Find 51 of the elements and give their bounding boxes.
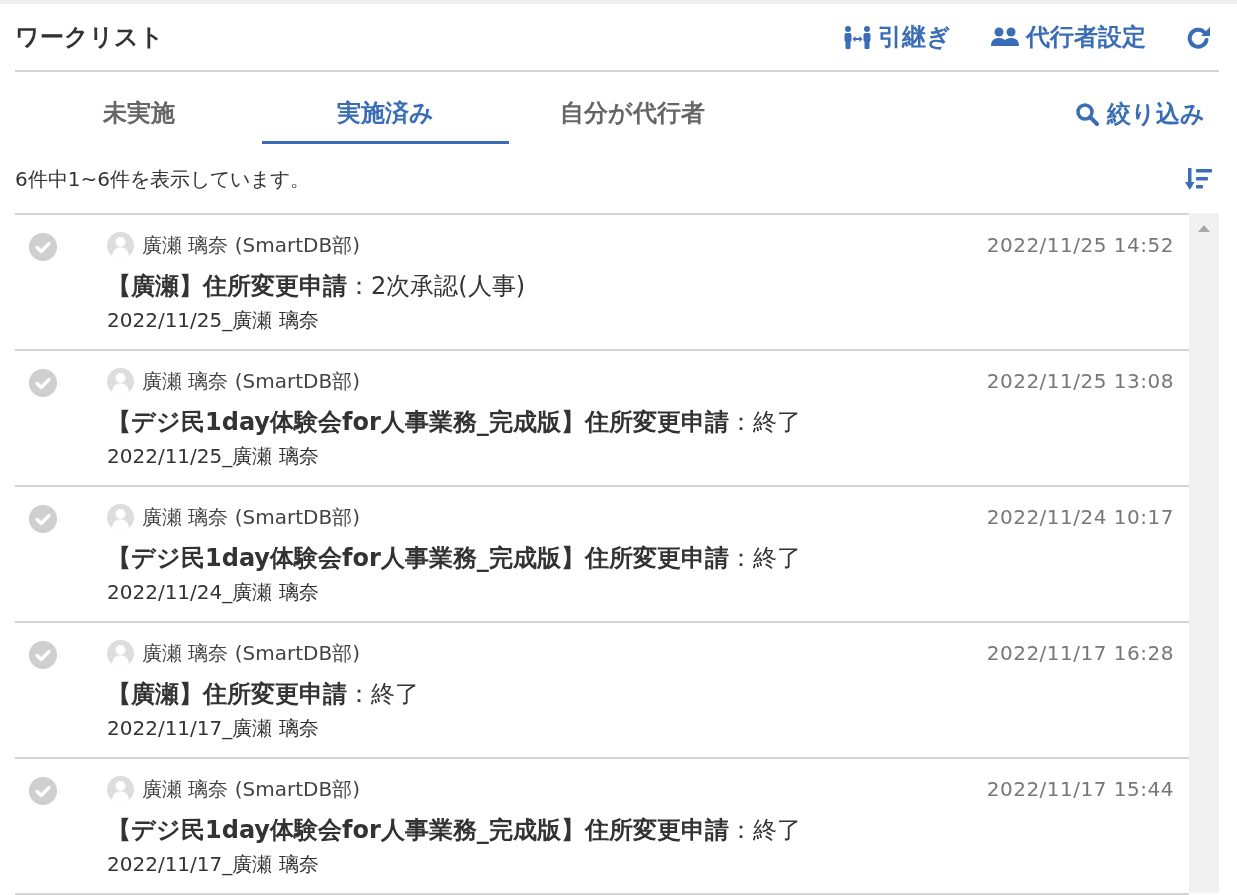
check-circle-icon: [29, 369, 57, 397]
delegate-settings-button[interactable]: 代行者設定: [991, 22, 1146, 52]
item-reference: 2022/11/24_廣瀬 璃奈: [107, 579, 320, 606]
avatar-icon: [107, 639, 134, 667]
search-icon: [1075, 102, 1099, 126]
item-reference: 2022/11/25_廣瀬 璃奈: [107, 443, 320, 470]
timestamp: 2022/11/25 14:52: [986, 232, 1174, 259]
item-title: 【デジ民1day体験会for人事業務_完成版】住所変更申請：終了: [107, 543, 802, 574]
check-circle-icon: [29, 777, 57, 805]
filter-button[interactable]: 絞り込み: [1075, 72, 1205, 144]
sort-icon: [1185, 166, 1212, 191]
item-title: 【デジ民1day体験会for人事業務_完成版】住所変更申請：終了: [107, 815, 802, 846]
worklist-item[interactable]: 廣瀬 璃奈 (SmartDB部) 2022/11/17 16:28 【廣瀬】住所変更申請：終了 2022/11/17_廣瀬 璃奈: [15, 623, 1189, 759]
check-circle-icon: [29, 505, 57, 533]
users-icon: [991, 27, 1019, 47]
people-arrow-icon: [844, 25, 871, 49]
timestamp: 2022/11/24 10:17: [986, 504, 1174, 531]
requester-name: 廣瀬 璃奈 (SmartDB部): [142, 640, 360, 667]
avatar-icon: [107, 503, 134, 531]
worklist-item[interactable]: 廣瀬 璃奈 (SmartDB部) 2022/11/25 14:52 【廣瀬】住所変更申請：2次承認(人事) 2022/11/25_廣瀬 璃奈: [15, 215, 1189, 351]
requester-name: 廣瀬 璃奈 (SmartDB部): [142, 368, 360, 395]
timestamp: 2022/11/25 13:08: [986, 368, 1174, 395]
item-reference: 2022/11/25_廣瀬 璃奈: [107, 307, 320, 334]
tab[interactable]: 実施済み: [262, 72, 509, 144]
scrollbar-track[interactable]: [1189, 213, 1219, 893]
worklist-item[interactable]: 廣瀬 璃奈 (SmartDB部) 2022/11/24 10:17 【デジ民1day体験会for人事業務_完成版】住所変更申請：終了 2022/11/24_廣瀬 璃奈: [15, 487, 1189, 623]
sort-button[interactable]: [1185, 166, 1212, 191]
tab[interactable]: 未実施: [15, 72, 262, 144]
requester-name: 廣瀬 璃奈 (SmartDB部): [142, 504, 360, 531]
tab[interactable]: 自分が代行者: [509, 72, 756, 144]
requester-name: 廣瀬 璃奈 (SmartDB部): [142, 776, 360, 803]
avatar-icon: [107, 775, 134, 803]
check-circle-icon: [29, 233, 57, 261]
result-count: 6件中1~6件を表示しています。: [15, 165, 310, 193]
item-title: 【廣瀬】住所変更申請：2次承認(人事): [107, 271, 526, 302]
item-title: 【廣瀬】住所変更申請：終了: [107, 679, 420, 710]
refresh-icon: [1186, 25, 1211, 49]
refresh-button[interactable]: [1186, 25, 1211, 49]
item-reference: 2022/11/17_廣瀬 璃奈: [107, 851, 320, 878]
avatar-icon: [107, 231, 134, 259]
handover-button[interactable]: 引継ぎ: [844, 22, 951, 52]
item-reference: 2022/11/17_廣瀬 璃奈: [107, 715, 320, 742]
check-circle-icon: [29, 641, 57, 669]
timestamp: 2022/11/17 16:28: [986, 640, 1174, 667]
avatar-icon: [107, 367, 134, 395]
worklist-item[interactable]: 廣瀬 璃奈 (SmartDB部) 2022/11/17 15:44 【デジ民1day体験会for人事業務_完成版】住所変更申請：終了 2022/11/17_廣瀬 璃奈: [15, 759, 1189, 895]
item-title: 【デジ民1day体験会for人事業務_完成版】住所変更申請：終了: [107, 407, 802, 438]
requester-name: 廣瀬 璃奈 (SmartDB部): [142, 232, 360, 259]
page-title: ワークリスト: [15, 22, 164, 52]
timestamp: 2022/11/17 15:44: [986, 776, 1174, 803]
worklist-item[interactable]: 廣瀬 璃奈 (SmartDB部) 2022/11/25 13:08 【デジ民1day体験会for人事業務_完成版】住所変更申請：終了 2022/11/25_廣瀬 璃奈: [15, 351, 1189, 487]
